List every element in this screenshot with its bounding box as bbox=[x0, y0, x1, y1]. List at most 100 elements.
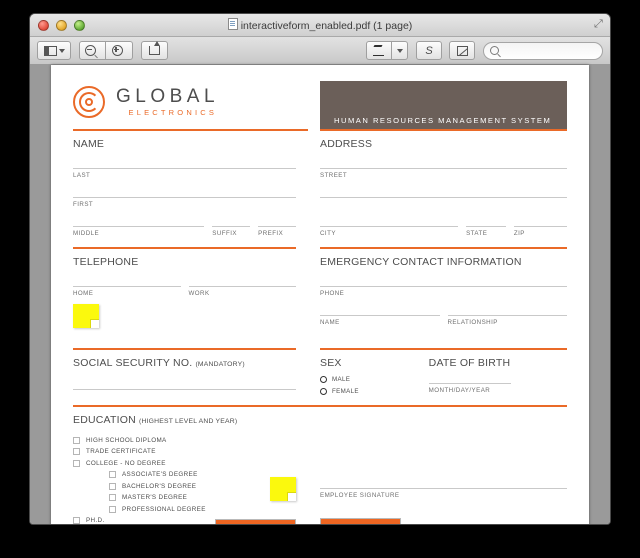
brand-text: GLOBAL ELECTRONICS bbox=[116, 87, 219, 117]
checkbox-option[interactable]: TRADE CERTIFICATE bbox=[73, 448, 296, 455]
field-rule bbox=[188, 286, 296, 287]
field-rule bbox=[73, 168, 296, 169]
field-zip[interactable]: ZIP bbox=[513, 226, 567, 237]
checkbox-option[interactable]: HIGH SCHOOL DIPLOMA bbox=[73, 436, 296, 444]
section-title-dob: DATE OF BIRTH bbox=[428, 357, 511, 369]
resize-grip-icon[interactable]: ⤢ bbox=[594, 19, 605, 30]
sidebar-toggle-button[interactable] bbox=[37, 41, 71, 60]
field-label-middle: MIDDLE bbox=[73, 230, 100, 237]
field-city[interactable]: CITY bbox=[320, 226, 459, 237]
field-label-city: CITY bbox=[320, 230, 336, 237]
form-header: GLOBAL ELECTRONICS HUMAN RESOURCES MANAG… bbox=[73, 81, 567, 131]
field-label-prefix: PREFIX bbox=[258, 230, 284, 237]
section-title-ssn: SOCIAL SECURITY NO. (MANDATORY) bbox=[73, 357, 296, 369]
highlight-options-button[interactable] bbox=[392, 41, 408, 60]
row-telephone-emergency: TELEPHONE HOME WORK EMERGENCY CONTACT IN… bbox=[73, 237, 567, 328]
section-title-sex: SEX bbox=[320, 357, 342, 369]
field-rule bbox=[466, 226, 506, 227]
field-label-last: LAST bbox=[73, 172, 91, 179]
brand-subtitle: ELECTRONICS bbox=[128, 108, 218, 118]
search-field[interactable] bbox=[483, 41, 603, 60]
field-label-relationship: RELATIONSHIP bbox=[447, 319, 498, 326]
field-suffix[interactable]: SUFFIX bbox=[212, 226, 251, 237]
field-phone-work[interactable]: WORK bbox=[188, 286, 296, 297]
brand-name: GLOBAL bbox=[116, 86, 220, 108]
chevron-down-icon bbox=[58, 48, 65, 53]
zoom-button[interactable] bbox=[74, 19, 85, 31]
radio-option-male[interactable]: MALE bbox=[320, 376, 429, 383]
zoom-out-button[interactable] bbox=[79, 41, 106, 60]
document-icon bbox=[227, 18, 238, 30]
window-title-wrap: interactiveform_enabled.pdf (1 page) bbox=[30, 18, 610, 32]
zoom-in-button[interactable] bbox=[106, 41, 133, 60]
section-title-emergency: EMERGENCY CONTACT INFORMATION bbox=[320, 256, 522, 268]
zoom-out-icon bbox=[85, 45, 96, 56]
row-home-work: HOME WORK bbox=[73, 286, 296, 297]
search-input[interactable] bbox=[503, 44, 596, 57]
field-label-emergency-name: NAME bbox=[320, 319, 340, 326]
signature-button[interactable]: S bbox=[416, 41, 442, 60]
field-rule bbox=[320, 315, 440, 316]
section-sex-dob: SEX MALE FEMALE DATE OF BIRTH MONTH/DAY/… bbox=[320, 338, 567, 395]
highlight-button[interactable] bbox=[366, 41, 392, 60]
field-address-line-2[interactable] bbox=[320, 197, 567, 208]
field-rule bbox=[258, 226, 296, 227]
row-city-state-zip: CITY STATE ZIP bbox=[320, 226, 567, 237]
field-emergency-relationship[interactable]: RELATIONSHIP bbox=[447, 315, 567, 326]
field-street[interactable]: STREET bbox=[320, 168, 567, 179]
zoom-in-icon bbox=[111, 45, 123, 56]
education-title-text: EDUCATION bbox=[73, 414, 136, 426]
field-date-of-birth[interactable]: MONTH/DAY/YEAR bbox=[428, 383, 511, 394]
field-rule bbox=[73, 226, 205, 227]
field-rule bbox=[320, 197, 567, 198]
field-label-home: HOME bbox=[73, 290, 94, 297]
section-rule bbox=[73, 247, 296, 249]
field-label-street: STREET bbox=[320, 172, 348, 179]
field-ssn[interactable] bbox=[73, 389, 296, 390]
field-emergency-name[interactable]: NAME bbox=[320, 315, 440, 326]
field-prefix[interactable]: PREFIX bbox=[258, 226, 296, 237]
close-button[interactable] bbox=[38, 19, 49, 31]
checkbox-label: TRADE CERTIFICATE bbox=[86, 448, 156, 455]
field-last-name[interactable]: LAST bbox=[73, 168, 296, 179]
submit-zone: SUBMIT FORM bbox=[73, 477, 567, 524]
field-middle-name[interactable]: MIDDLE bbox=[73, 226, 205, 237]
field-rule bbox=[73, 389, 296, 390]
section-address: ADDRESS STREET CITY STATE ZIP bbox=[320, 131, 567, 237]
sketch-annotate-icon bbox=[456, 45, 468, 56]
row-name-address: NAME LAST FIRST MIDDLE SUFFIX PREFIX ADD… bbox=[73, 131, 567, 237]
field-first-name[interactable]: FIRST bbox=[73, 197, 296, 208]
signature-label: S bbox=[425, 44, 433, 57]
sex-group: SEX MALE FEMALE bbox=[320, 350, 429, 395]
submit-form-button[interactable]: SUBMIT FORM bbox=[215, 519, 296, 524]
section-title-telephone: TELEPHONE bbox=[73, 256, 139, 268]
viewer-toolbar: S bbox=[30, 37, 610, 65]
field-state[interactable]: STATE bbox=[466, 226, 506, 237]
field-rule bbox=[73, 197, 296, 198]
field-label-blank bbox=[320, 201, 567, 208]
field-label-first: FIRST bbox=[73, 201, 94, 208]
hr-banner: HUMAN RESOURCES MANAGEMENT SYSTEM bbox=[320, 81, 567, 131]
checkbox-label: HIGH SCHOOL DIPLOMA bbox=[86, 436, 167, 444]
sticky-note-education[interactable] bbox=[270, 477, 296, 501]
checkbox-option[interactable]: COLLEGE - NO DEGREE bbox=[73, 459, 296, 467]
field-phone-home[interactable]: HOME bbox=[73, 286, 181, 297]
search-icon bbox=[490, 46, 499, 55]
share-icon bbox=[149, 41, 160, 55]
annotate-button[interactable] bbox=[449, 41, 475, 60]
section-education: EDUCATION (HIGHEST LEVEL AND YEAR) HIGH … bbox=[73, 405, 567, 524]
row-emergency-name-relationship: NAME RELATIONSHIP bbox=[320, 315, 567, 326]
highlight-controls bbox=[366, 41, 408, 60]
window-titlebar: interactiveform_enabled.pdf (1 page) ⤢ bbox=[30, 14, 610, 37]
row-ssn-sex-dob: SOCIAL SECURITY NO. (MANDATORY) SEX MALE… bbox=[73, 338, 567, 395]
share-button[interactable] bbox=[141, 41, 168, 60]
section-ssn: SOCIAL SECURITY NO. (MANDATORY) bbox=[73, 338, 320, 395]
minimize-button[interactable] bbox=[56, 19, 67, 31]
field-emergency-phone[interactable]: PHONE bbox=[320, 286, 567, 297]
sticky-note-telephone[interactable] bbox=[73, 304, 99, 328]
window-title: interactiveform_enabled.pdf (1 page) bbox=[240, 20, 413, 32]
section-title-address: ADDRESS bbox=[320, 138, 373, 150]
radio-option-female[interactable]: FEMALE bbox=[320, 388, 429, 395]
checkbox-icon bbox=[73, 448, 80, 455]
section-telephone: TELEPHONE HOME WORK bbox=[73, 237, 320, 328]
